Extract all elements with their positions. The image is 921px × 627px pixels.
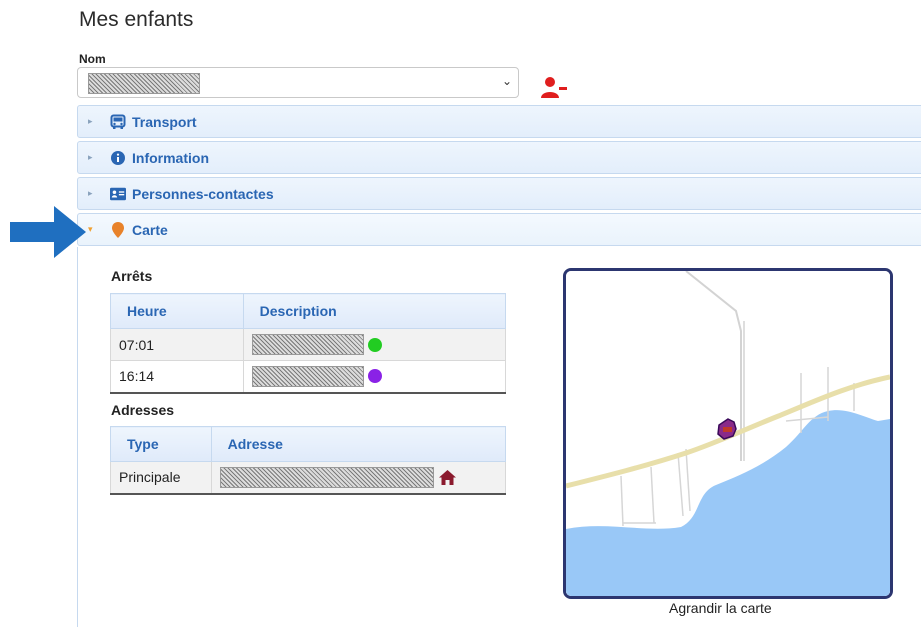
table-row[interactable]: 07:01	[110, 328, 507, 361]
caret-right-icon: ▸	[88, 116, 93, 126]
accordion-carte-label: Carte	[132, 221, 168, 238]
column-header-description[interactable]: Description	[242, 293, 507, 329]
purple-dot-icon	[367, 369, 382, 384]
arret-time: 16:14	[110, 360, 244, 394]
accordion-contacts-label: Personnes-contactes	[132, 185, 274, 202]
redacted-address	[219, 466, 434, 488]
panel-border	[77, 247, 78, 627]
adresses-heading: Adresses	[111, 402, 175, 418]
redacted-child-name	[88, 73, 200, 94]
arrets-heading: Arrêts	[111, 268, 153, 284]
accordion-information[interactable]: ▸ Information	[77, 141, 921, 174]
column-header-heure[interactable]: Heure	[110, 293, 244, 329]
info-icon	[110, 150, 126, 166]
contact-card-icon	[110, 186, 126, 202]
map-marker-icon	[110, 221, 126, 238]
redacted-description	[251, 365, 364, 387]
column-header-adresse[interactable]: Adresse	[210, 426, 507, 462]
arrets-table: Heure Description 07:01 16:14	[110, 293, 507, 394]
remove-user-icon[interactable]	[540, 76, 568, 100]
caret-right-icon: ▸	[88, 152, 93, 162]
child-name-select[interactable]: ⌄	[77, 67, 519, 98]
map-view[interactable]	[563, 268, 893, 599]
chevron-down-icon[interactable]: ⌄	[502, 74, 512, 88]
column-header-type[interactable]: Type	[110, 426, 212, 462]
address-type: Principale	[110, 461, 212, 495]
bus-icon	[110, 114, 126, 130]
accordion-transport[interactable]: ▸ Transport	[77, 105, 921, 138]
table-row[interactable]: Principale	[110, 461, 507, 495]
caret-right-icon: ▸	[88, 188, 93, 198]
enlarge-map-link[interactable]: Agrandir la carte	[669, 600, 772, 616]
accordion-contacts[interactable]: ▸ Personnes-contactes	[77, 177, 921, 210]
accordion-information-label: Information	[132, 149, 209, 166]
green-dot-icon	[367, 337, 382, 352]
arret-time: 07:01	[110, 328, 244, 361]
home-icon	[438, 469, 456, 485]
nom-label: Nom	[79, 52, 106, 66]
adresses-table: Type Adresse Principale	[110, 426, 507, 495]
accordion-carte[interactable]: ▾ Carte	[77, 213, 921, 246]
arrow-annotation-icon	[10, 206, 86, 258]
page-title: Mes enfants	[79, 8, 194, 31]
accordion-transport-label: Transport	[132, 113, 197, 130]
caret-down-icon: ▾	[88, 224, 93, 234]
redacted-description	[251, 334, 364, 355]
table-row[interactable]: 16:14	[110, 360, 507, 394]
map-canvas[interactable]	[566, 271, 890, 596]
